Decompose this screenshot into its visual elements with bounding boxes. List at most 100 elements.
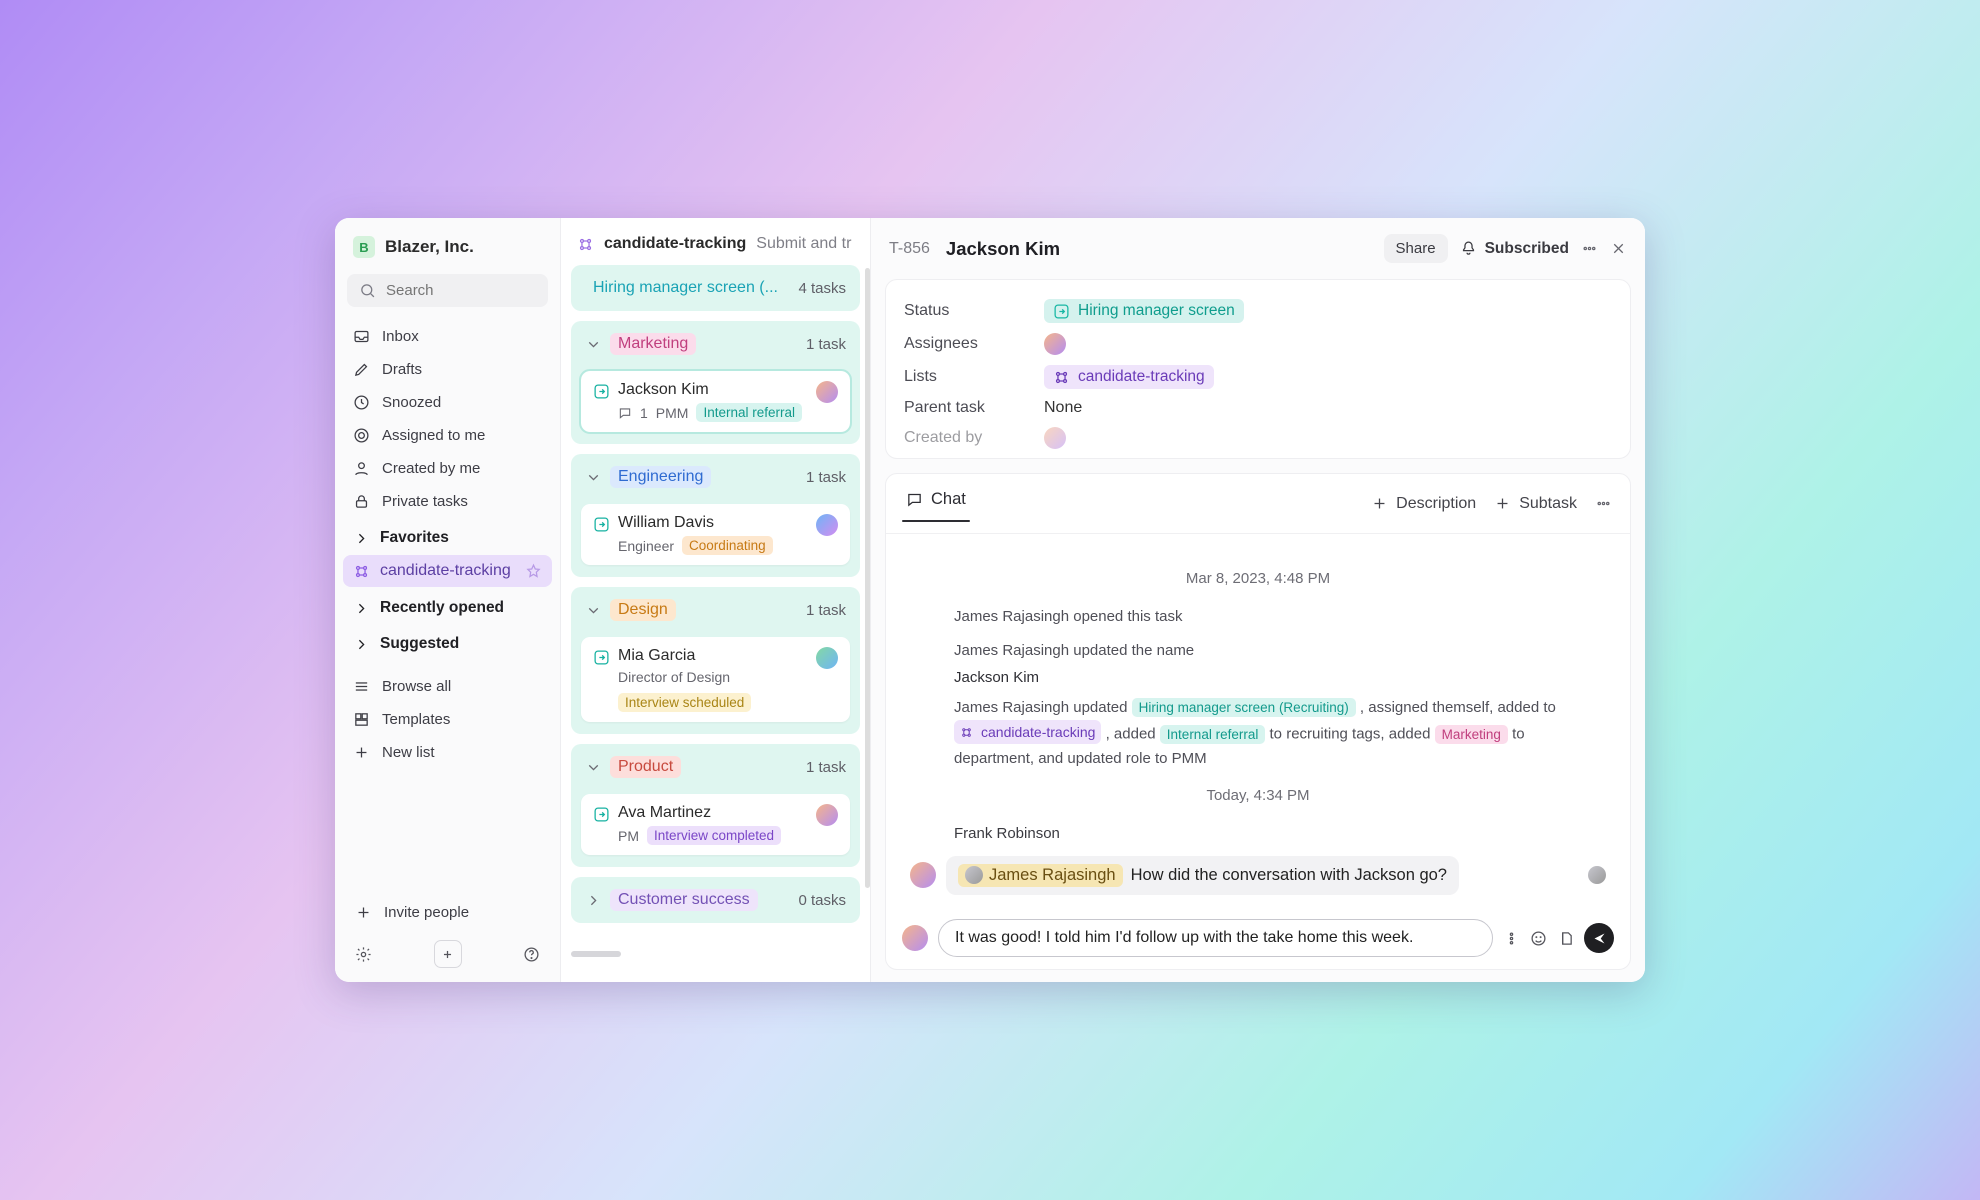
nav-new-list[interactable]: New list bbox=[343, 737, 552, 768]
bell-icon bbox=[1460, 240, 1477, 257]
new-task-button[interactable] bbox=[434, 940, 462, 968]
stage-title: Hiring manager screen (... bbox=[585, 277, 786, 299]
breadcrumb-list-name: candidate-tracking bbox=[604, 235, 746, 253]
meta-status-value[interactable]: Hiring manager screen bbox=[1044, 299, 1244, 323]
nav-drafts[interactable]: Drafts bbox=[343, 354, 552, 385]
add-subtask[interactable]: Subtask bbox=[1494, 495, 1577, 513]
list-icon bbox=[577, 236, 594, 253]
workspace-logo: B bbox=[353, 236, 375, 258]
send-button[interactable] bbox=[1584, 923, 1614, 953]
gear-icon[interactable] bbox=[355, 946, 372, 963]
group-header[interactable]: Product1 task bbox=[571, 744, 860, 790]
group-header[interactable]: Engineering1 task bbox=[571, 454, 860, 500]
horizontal-scrollbar[interactable] bbox=[571, 951, 621, 957]
clock-icon bbox=[353, 394, 370, 411]
subscribe-toggle[interactable]: Subscribed bbox=[1460, 240, 1569, 258]
card-title: William Davis bbox=[618, 514, 808, 532]
group-header[interactable]: Customer success0 tasks bbox=[571, 877, 860, 923]
task-meta: Status Hiring manager screen Assignees L… bbox=[885, 279, 1631, 459]
list-lines-icon bbox=[353, 678, 370, 695]
card-tag: Coordinating bbox=[682, 536, 773, 555]
card-role: PM bbox=[618, 828, 639, 844]
task-card[interactable]: Ava MartinezPMInterview completed bbox=[581, 794, 850, 855]
workspace-switcher[interactable]: B Blazer, Inc. bbox=[335, 218, 560, 270]
search-field[interactable] bbox=[386, 282, 585, 299]
nav-browse-all[interactable]: Browse all bbox=[343, 671, 552, 702]
share-button[interactable]: Share bbox=[1384, 234, 1448, 263]
tabs-more-icon[interactable] bbox=[1595, 495, 1612, 512]
task-card[interactable]: Mia GarciaDirector of DesignInterview sc… bbox=[581, 637, 850, 722]
target-icon bbox=[353, 427, 370, 444]
invite-people[interactable]: Invite people bbox=[349, 897, 546, 928]
meta-assignees-label: Assignees bbox=[904, 335, 1044, 353]
group-title: Marketing bbox=[610, 333, 696, 355]
scrollbar[interactable] bbox=[865, 268, 870, 888]
section-suggested[interactable]: Suggested bbox=[343, 625, 552, 659]
group-header[interactable]: Design1 task bbox=[571, 587, 860, 633]
message-input[interactable]: It was good! I told him I'd follow up wi… bbox=[938, 919, 1493, 957]
avatar bbox=[816, 514, 838, 536]
plus-icon bbox=[353, 744, 370, 761]
attachment-icon[interactable] bbox=[1557, 930, 1574, 947]
nav-inbox[interactable]: Inbox bbox=[343, 321, 552, 352]
emoji-icon[interactable] bbox=[1530, 930, 1547, 947]
meta-parent-label: Parent task bbox=[904, 399, 1044, 417]
lock-icon bbox=[353, 493, 370, 510]
nav-templates[interactable]: Templates bbox=[343, 704, 552, 735]
reaction-avatar[interactable] bbox=[1588, 866, 1606, 884]
nav-assigned-to-me[interactable]: Assigned to me bbox=[343, 420, 552, 451]
pencil-icon bbox=[353, 361, 370, 378]
list-tag: candidate-tracking bbox=[954, 720, 1101, 744]
search-icon bbox=[359, 282, 376, 299]
recruiting-tag: Internal referral bbox=[1160, 725, 1266, 744]
activity-feed: Mar 8, 2023, 4:48 PM James Rajasingh ope… bbox=[886, 534, 1630, 907]
chat-icon bbox=[906, 491, 923, 508]
meta-lists-value[interactable]: candidate-tracking bbox=[1044, 365, 1214, 389]
group-count: 1 task bbox=[806, 336, 846, 353]
star-icon[interactable] bbox=[525, 563, 542, 580]
arrow-right-icon bbox=[593, 516, 610, 533]
task-card[interactable]: Jackson Kim1PMMInternal referral bbox=[581, 371, 850, 432]
nav-private-tasks[interactable]: Private tasks bbox=[343, 486, 552, 517]
group-title: Engineering bbox=[610, 466, 711, 488]
meta-parent-value[interactable]: None bbox=[1044, 399, 1082, 417]
group-title: Design bbox=[610, 599, 676, 621]
nav-snoozed[interactable]: Snoozed bbox=[343, 387, 552, 418]
breadcrumb[interactable]: candidate-tracking Submit and tr bbox=[561, 218, 870, 265]
chat-message[interactable]: James Rajasingh How did the conversation… bbox=[946, 856, 1459, 895]
message-sender: Frank Robinson bbox=[954, 822, 1606, 846]
chevron-right-icon bbox=[353, 530, 370, 547]
stage-header[interactable]: Hiring manager screen (...4 tasks bbox=[571, 265, 860, 311]
task-card[interactable]: William DavisEngineerCoordinating bbox=[581, 504, 850, 565]
detail-panel: T-856 Jackson Kim Share Subscribed Statu… bbox=[871, 218, 1645, 982]
meta-lists-label: Lists bbox=[904, 368, 1044, 386]
avatar bbox=[902, 925, 928, 951]
activity-event: James Rajasingh opened this task bbox=[954, 605, 1606, 629]
mention-chip[interactable]: James Rajasingh bbox=[958, 864, 1123, 887]
activity-event: James Rajasingh updated the name bbox=[954, 639, 1606, 663]
close-icon[interactable] bbox=[1610, 240, 1627, 257]
help-icon[interactable] bbox=[523, 946, 540, 963]
favorite-list-item[interactable]: candidate-tracking bbox=[343, 555, 552, 587]
meta-assignees-value[interactable] bbox=[1044, 333, 1066, 355]
chevron-right-icon bbox=[353, 636, 370, 653]
activity-detail: Jackson Kim bbox=[954, 669, 1606, 686]
stage-tag: Hiring manager screen (Recruiting) bbox=[1132, 698, 1356, 717]
plus-icon bbox=[1494, 495, 1511, 512]
avatar bbox=[816, 381, 838, 403]
more-icon[interactable] bbox=[1581, 240, 1598, 257]
group-header[interactable]: Marketing 1 task bbox=[571, 321, 860, 367]
plus-icon bbox=[355, 904, 372, 921]
add-description[interactable]: Description bbox=[1371, 495, 1476, 513]
card-role: PMM bbox=[656, 405, 689, 421]
nav-created-by-me[interactable]: Created by me bbox=[343, 453, 552, 484]
section-favorites[interactable]: Favorites bbox=[343, 519, 552, 553]
avatar bbox=[910, 862, 936, 888]
tab-chat[interactable]: Chat bbox=[904, 486, 968, 521]
section-recently-opened[interactable]: Recently opened bbox=[343, 589, 552, 623]
card-tag: Internal referral bbox=[696, 403, 802, 422]
arrow-right-icon bbox=[593, 649, 610, 666]
more-vertical-icon[interactable] bbox=[1503, 930, 1520, 947]
card-title: Jackson Kim bbox=[618, 381, 808, 399]
search-input[interactable] bbox=[347, 274, 548, 307]
